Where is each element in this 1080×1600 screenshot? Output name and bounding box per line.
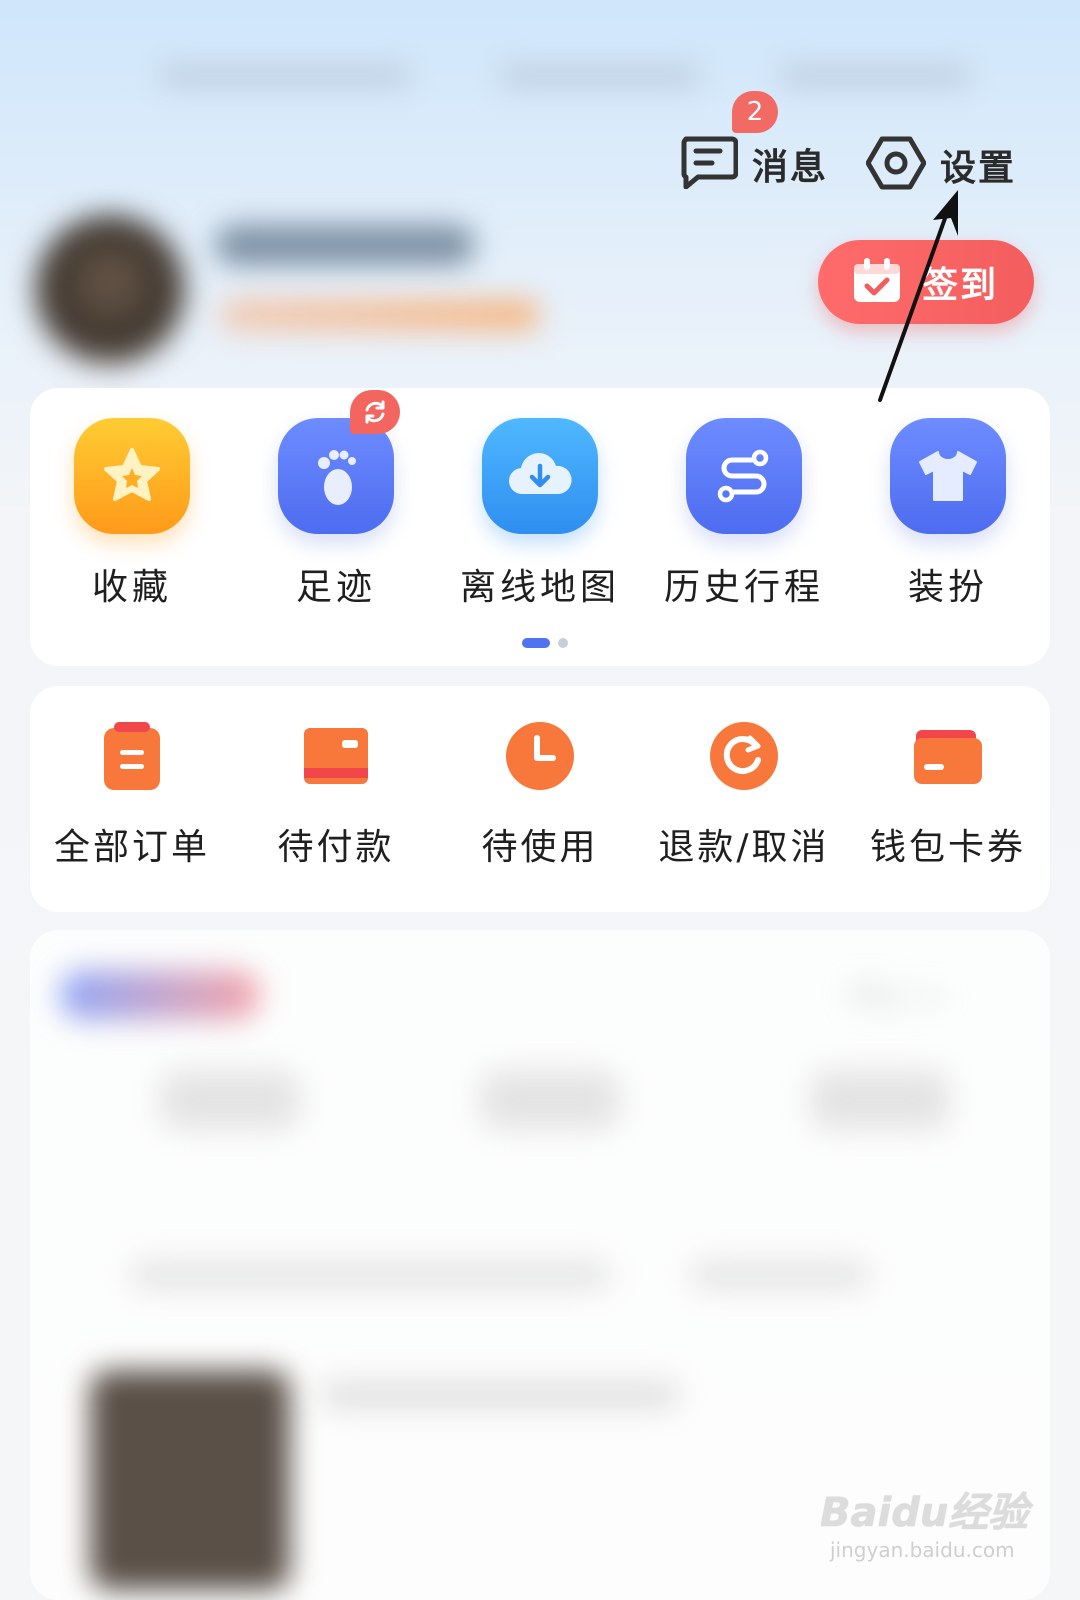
baidu-watermark: Baidu经验 jingyan.baidu.com	[820, 1480, 1060, 1562]
star-icon	[74, 418, 190, 534]
tool-label: 历史行程	[663, 567, 824, 608]
card-icon	[296, 716, 376, 796]
calendar-check-icon	[852, 256, 902, 308]
page-dot-active	[522, 638, 550, 648]
page-indicator	[522, 638, 568, 648]
order-label: 退款/取消	[658, 827, 830, 868]
wallet-icon	[908, 716, 988, 796]
order-all[interactable]: 全部订单	[30, 716, 234, 870]
page-dot	[558, 638, 568, 648]
status-bar-blurred	[160, 55, 980, 95]
blurred-block	[690, 1260, 870, 1290]
order-to-use[interactable]: 待使用	[438, 716, 642, 870]
avatar[interactable]	[35, 215, 185, 365]
order-label: 待使用	[481, 827, 599, 868]
order-label: 全部订单	[53, 827, 210, 868]
tool-trip-history[interactable]: 历史行程	[642, 418, 846, 610]
checkin-label: 签到	[922, 265, 999, 306]
blurred-block	[480, 1070, 620, 1130]
tool-label: 离线地图	[459, 567, 620, 608]
clock-icon	[500, 716, 580, 796]
tool-offline-map[interactable]: 离线地图	[438, 418, 642, 610]
blurred-block	[160, 1070, 300, 1130]
tool-dress-up[interactable]: 装扮	[846, 418, 1050, 610]
order-label: 待付款	[277, 827, 395, 868]
watermark-brand: Baidu经验	[820, 1490, 1029, 1536]
blurred-thumbnail	[90, 1370, 290, 1590]
settings-button[interactable]: 设置	[865, 135, 1017, 195]
refund-icon	[704, 716, 784, 796]
cloud-download-icon	[482, 418, 598, 534]
footprint-icon	[278, 390, 400, 534]
username-blurred	[215, 225, 475, 265]
messages-label: 消息	[752, 147, 829, 188]
orders-card: 全部订单 待付款 待使用 退款/取消 钱包卡券	[30, 686, 1050, 912]
tshirt-icon	[890, 418, 1006, 534]
member-level-blurred	[220, 300, 540, 330]
center-link[interactable]: 中心 >	[850, 972, 945, 1016]
tool-footprints[interactable]: 足迹	[234, 390, 438, 610]
tool-favorites[interactable]: 收藏	[30, 418, 234, 610]
tool-label: 装扮	[907, 567, 988, 608]
blurred-block	[130, 1260, 610, 1290]
order-label: 钱包卡券	[869, 827, 1026, 868]
messages-button[interactable]: 2 消息	[680, 91, 829, 193]
settings-label: 设置	[940, 148, 1017, 189]
sync-badge-icon	[350, 390, 400, 434]
message-count-badge: 2	[732, 91, 778, 133]
tool-label: 收藏	[91, 567, 172, 608]
tool-label: 足迹	[295, 567, 376, 608]
promo-tag-blurred	[60, 970, 260, 1020]
checkin-button[interactable]: 签到	[818, 240, 1034, 324]
clipboard-icon	[92, 716, 172, 796]
order-pending-payment[interactable]: 待付款	[234, 716, 438, 870]
gear-icon	[865, 135, 927, 195]
order-wallet-coupons[interactable]: 钱包卡券	[846, 716, 1050, 870]
blurred-block	[320, 1380, 680, 1410]
tools-card: 收藏 足迹 离线地图 历史行程 装扮	[30, 388, 1050, 666]
message-icon: 2	[680, 91, 778, 193]
blurred-block	[810, 1070, 950, 1130]
route-icon	[686, 418, 802, 534]
order-refund-cancel[interactable]: 退款/取消	[642, 716, 846, 870]
watermark-url: jingyan.baidu.com	[830, 1538, 1015, 1562]
